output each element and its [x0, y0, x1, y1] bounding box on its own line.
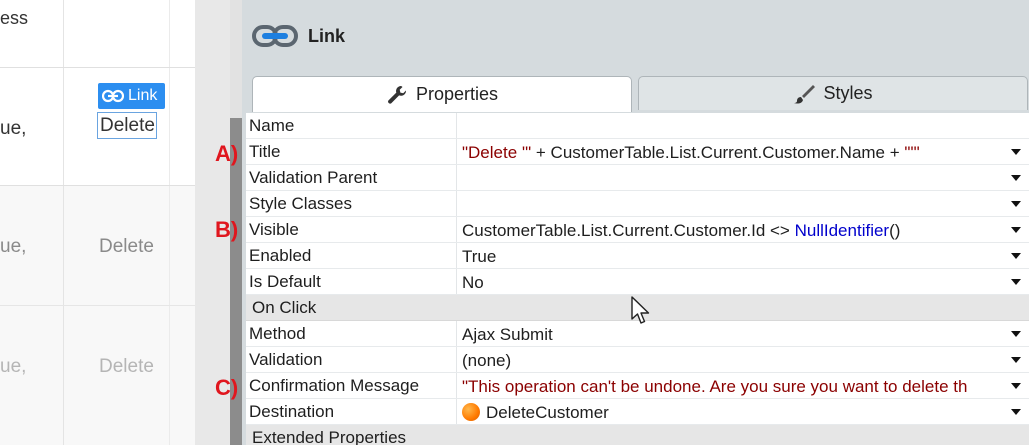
- property-value-method[interactable]: Ajax Submit: [462, 325, 1008, 345]
- property-row-validation[interactable]: Validation (none): [246, 347, 1029, 373]
- property-row-style-classes[interactable]: Style Classes: [246, 191, 1029, 217]
- tab-styles-label: Styles: [823, 83, 873, 103]
- property-value-title[interactable]: "Delete '" + CustomerTable.List.Current.…: [462, 143, 1008, 163]
- property-row-is-default[interactable]: Is Default No: [246, 269, 1029, 295]
- property-row-destination[interactable]: Destination DeleteCustomer: [246, 399, 1029, 425]
- property-row-visible[interactable]: Visible CustomerTable.List.Current.Custo…: [246, 217, 1029, 243]
- property-value-confirmation-message[interactable]: "This operation can't be undone. Are you…: [462, 377, 1008, 397]
- dropdown-caret-icon[interactable]: [1011, 253, 1021, 259]
- scrollbar-track[interactable]: [230, 0, 242, 118]
- dropdown-caret-icon[interactable]: [1011, 227, 1021, 233]
- dropdown-caret-icon[interactable]: [1011, 383, 1021, 389]
- dropdown-caret-icon[interactable]: [1011, 149, 1021, 155]
- brush-icon: [794, 84, 816, 104]
- delete-link-selected[interactable]: Delete: [97, 112, 157, 139]
- property-row-confirmation-message[interactable]: Confirmation Message "This operation can…: [246, 373, 1029, 399]
- property-label: Method: [249, 324, 306, 343]
- dropdown-caret-icon[interactable]: [1011, 357, 1021, 363]
- property-row-validation-parent[interactable]: Validation Parent: [246, 165, 1029, 191]
- property-label: Validation: [249, 350, 323, 369]
- property-label: Title: [249, 142, 281, 161]
- property-value-validation[interactable]: (none): [462, 351, 1008, 371]
- link-badge-label: Link: [128, 87, 158, 104]
- dropdown-caret-icon[interactable]: [1011, 409, 1021, 415]
- destination-name: DeleteCustomer: [486, 403, 609, 422]
- expression-text: CustomerTable.List.Current.Customer.Id <…: [462, 221, 795, 240]
- mouse-cursor-icon: [631, 296, 650, 324]
- property-label: Validation Parent: [249, 168, 378, 187]
- section-label: On Click: [252, 298, 317, 317]
- annotation-marker-c: C): [215, 375, 239, 400]
- property-value-destination[interactable]: DeleteCustomer: [462, 403, 1008, 423]
- cell-fragment: ue,: [0, 118, 27, 139]
- properties-panel: Link Properties Styles Name Title "Delet…: [242, 0, 1029, 445]
- table-header-row: ess: [0, 0, 195, 68]
- property-value-enabled[interactable]: True: [462, 247, 1008, 267]
- panel-header: Link: [252, 22, 345, 50]
- property-label: Style Classes: [249, 194, 352, 213]
- table-row[interactable]: ue, Delete: [0, 306, 195, 445]
- annotation-marker-b: B): [215, 217, 239, 242]
- header-cell-fragment: ess: [0, 8, 29, 28]
- property-grid: Name Title "Delete '" + CustomerTable.Li…: [246, 113, 1029, 445]
- action-icon: [462, 403, 480, 421]
- design-canvas: ess ue, Link Delete ue, Delete ue, Delet…: [0, 0, 195, 445]
- property-label: Name: [249, 116, 295, 135]
- string-literal: "Delete '": [462, 143, 532, 162]
- expression-text: (): [889, 221, 901, 240]
- wrench-icon: [388, 85, 406, 104]
- dropdown-caret-icon[interactable]: [1011, 331, 1021, 337]
- section-label: Extended Properties: [252, 428, 407, 445]
- link-icon: [102, 89, 124, 103]
- section-extended-properties[interactable]: Extended Properties: [246, 425, 1029, 445]
- dropdown-caret-icon[interactable]: [1011, 175, 1021, 181]
- panel-title: Link: [308, 25, 346, 46]
- delete-link[interactable]: Delete: [99, 356, 154, 378]
- property-label: Visible: [249, 220, 299, 239]
- property-value-is-default[interactable]: No: [462, 273, 1008, 293]
- selected-link-badge[interactable]: Link: [98, 83, 165, 109]
- table-row[interactable]: ue, Delete: [0, 186, 195, 306]
- tab-styles[interactable]: Styles: [638, 76, 1028, 110]
- dropdown-caret-icon[interactable]: [1011, 201, 1021, 207]
- cell-fragment: ue,: [0, 236, 27, 257]
- string-literal: "'": [904, 143, 920, 162]
- property-label: Is Default: [249, 272, 321, 291]
- expression-text: + CustomerTable.List.Current.Customer.Na…: [531, 143, 905, 162]
- function-name: NullIdentifier: [794, 221, 890, 240]
- dropdown-caret-icon[interactable]: [1011, 279, 1021, 285]
- cell-fragment: ue,: [0, 356, 27, 377]
- property-label: Confirmation Message: [249, 376, 420, 395]
- property-label: Destination: [249, 402, 335, 421]
- tab-properties[interactable]: Properties: [252, 76, 632, 112]
- property-row-name[interactable]: Name: [246, 113, 1029, 139]
- property-value-visible[interactable]: CustomerTable.List.Current.Customer.Id <…: [462, 221, 1008, 241]
- property-label: Enabled: [249, 246, 312, 265]
- tab-properties-label: Properties: [415, 84, 499, 104]
- property-row-title[interactable]: Title "Delete '" + CustomerTable.List.Cu…: [246, 139, 1029, 165]
- delete-link[interactable]: Delete: [99, 236, 154, 258]
- property-row-enabled[interactable]: Enabled True: [246, 243, 1029, 269]
- link-widget-icon: [252, 25, 298, 47]
- annotation-marker-a: A): [215, 141, 239, 166]
